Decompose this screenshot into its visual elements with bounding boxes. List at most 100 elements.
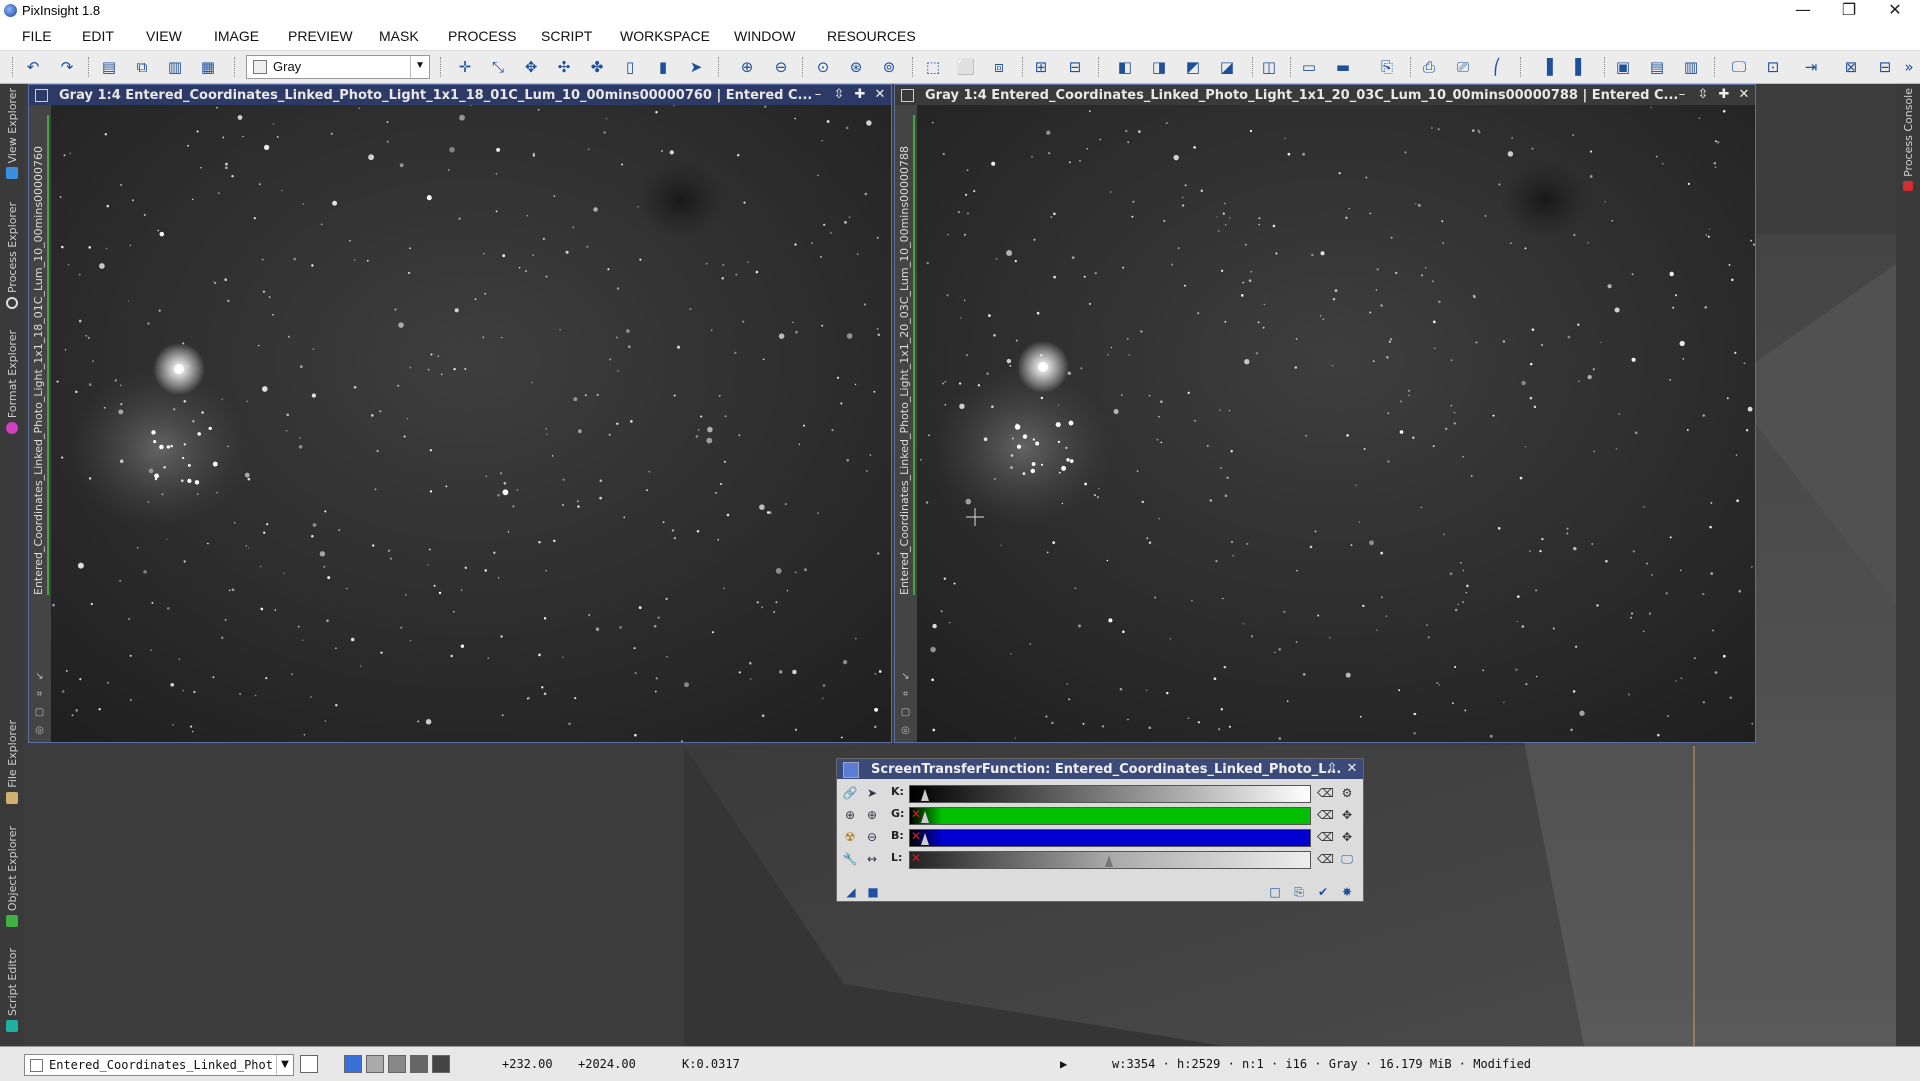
apply-global-icon[interactable]: ■ — [865, 884, 881, 900]
workspace-3-icon[interactable]: ▥ — [1680, 56, 1702, 78]
link-arrow-icon[interactable]: ↘ — [900, 671, 911, 682]
process-history-icon[interactable]: ⎘ — [1376, 56, 1398, 78]
image-window-title-bar[interactable]: Gray 1:4 Entered_Coordinates_Linked_Phot… — [895, 85, 1755, 105]
reset-icon[interactable]: ▥ — [164, 56, 186, 78]
explorer-right-icon[interactable]: ▌ — [1570, 56, 1592, 78]
fullscreen-icon[interactable]: ⇥ — [1800, 56, 1822, 78]
view-mode-toggle[interactable] — [300, 1055, 318, 1073]
screen-transfer-function-dialog[interactable]: ScreenTransferFunction: Entered_Coordina… — [836, 758, 1364, 902]
fit-view-icon[interactable]: ⬜ — [955, 56, 977, 78]
reset-channel-icon[interactable]: ⌫ — [1317, 851, 1334, 867]
close-window-icon[interactable]: ✕ — [871, 87, 889, 103]
undo-icon[interactable]: ↶ — [22, 56, 44, 78]
zoom-1-4-icon[interactable]: ⊚ — [878, 56, 900, 78]
bg-mode-gray[interactable] — [366, 1055, 384, 1073]
wrench-icon[interactable]: 🔧 — [841, 850, 859, 868]
file-explorer-tab[interactable]: File Explorer — [0, 720, 24, 804]
image-canvas[interactable] — [917, 105, 1755, 742]
lock-icon[interactable]: ▢ — [900, 707, 911, 718]
mask-new-icon[interactable]: ◧ — [1114, 56, 1136, 78]
lock-icon[interactable]: ▢ — [34, 707, 45, 718]
close-window-icon[interactable]: ✕ — [1735, 87, 1753, 103]
view-selector-strip[interactable]: Entered_Coordinates_Linked_Photo_Light_1… — [29, 105, 51, 742]
zoom-1-2-icon[interactable]: ⊛ — [845, 56, 867, 78]
stf-title-bar[interactable]: ScreenTransferFunction: Entered_Coordina… — [837, 759, 1363, 779]
view-explorer-tab[interactable]: View Explorer — [0, 88, 24, 180]
script-editor-tab[interactable]: Script Editor — [0, 948, 24, 1032]
menu-view[interactable]: VIEW — [146, 28, 182, 44]
fit-icon[interactable]: ⌗ — [34, 689, 45, 700]
browse-doc-icon[interactable]: □ — [1267, 884, 1283, 900]
close-dialog-icon[interactable]: ✕ — [1343, 761, 1361, 777]
reset-channel-icon[interactable]: ⌫ — [1317, 829, 1334, 845]
duplicate-icon[interactable]: ⧉ — [131, 56, 153, 78]
shade-dialog-icon[interactable]: ⇳ — [1323, 761, 1341, 777]
preview-delete-icon[interactable]: ▬ — [1332, 56, 1354, 78]
pointer-icon[interactable]: ➤ — [685, 56, 707, 78]
minimize-window-icon[interactable]: – — [1673, 87, 1691, 103]
script-console-icon[interactable]: ⎛ — [1486, 56, 1508, 78]
maximize-window-icon[interactable]: ✚ — [1715, 87, 1733, 103]
zoom-fit-icon[interactable]: ⤡ — [487, 56, 509, 78]
menu-workspace[interactable]: WORKSPACE — [620, 28, 710, 44]
preview-mode-icon[interactable]: ▯ — [619, 56, 641, 78]
auto-stretch-icon[interactable]: ✸ — [1339, 884, 1355, 900]
bg-mode-darkgray[interactable] — [388, 1055, 406, 1073]
link-arrow-icon[interactable]: ↘ — [34, 671, 45, 682]
move-channel-icon[interactable]: ✥ — [1339, 807, 1355, 823]
new-image-icon[interactable]: ▤ — [98, 56, 120, 78]
menu-preview[interactable]: PREVIEW — [288, 28, 353, 44]
stf-link-icon[interactable]: ◫ — [1258, 56, 1280, 78]
maximize-view-icon[interactable]: ⊠ — [1840, 56, 1862, 78]
b-channel-slider[interactable] — [909, 829, 1311, 847]
monitor-stf-icon[interactable]: ⊡ — [1762, 56, 1784, 78]
menu-window[interactable]: WINDOW — [734, 28, 795, 44]
fit-icon[interactable]: ⌗ — [900, 689, 911, 700]
target-icon[interactable]: ◎ — [900, 725, 911, 736]
script-run-icon[interactable]: ⎙ — [1418, 56, 1440, 78]
shade-window-icon[interactable]: ⇳ — [830, 87, 848, 103]
reset-dialog-icon[interactable]: ⎘ — [1291, 884, 1307, 900]
fit-window-icon[interactable]: ⬚ — [922, 56, 944, 78]
preview-new-icon[interactable]: ▭ — [1298, 56, 1320, 78]
zoom-in-icon[interactable]: ⊕ — [841, 806, 859, 824]
reset-channel-icon[interactable]: ⌫ — [1317, 785, 1334, 801]
k-channel-slider[interactable] — [909, 785, 1311, 803]
move-channel-icon[interactable]: ✥ — [1339, 829, 1355, 845]
play-icon[interactable]: ▶ — [1060, 1057, 1067, 1071]
view-list-select[interactable]: Entered_Coordinates_Linked_Phot ▼ — [24, 1054, 294, 1076]
target-icon[interactable]: ◎ — [34, 725, 45, 736]
edit-preview-icon[interactable]: ▮ — [652, 56, 674, 78]
menu-process[interactable]: PROCESS — [448, 28, 516, 44]
monitor-icon[interactable]: 🖵 — [1728, 56, 1750, 78]
minimize-button[interactable]: — — [1780, 0, 1826, 22]
shade-window-icon[interactable]: ⇳ — [1694, 87, 1712, 103]
zoom-out-icon[interactable]: ⊖ — [770, 56, 792, 78]
maximize-window-icon[interactable]: ✚ — [851, 87, 869, 103]
tile-icon[interactable]: ⊞ — [1030, 56, 1052, 78]
horizontal-arrows-icon[interactable]: ↔ — [863, 850, 881, 868]
menu-image[interactable]: IMAGE — [214, 28, 259, 44]
move-icon[interactable]: ✣ — [553, 56, 575, 78]
process-console-tab[interactable]: Process Console — [1896, 88, 1920, 191]
mask-remove-icon[interactable]: ◪ — [1216, 56, 1238, 78]
view-selector-strip[interactable]: Entered_Coordinates_Linked_Photo_Light_1… — [895, 105, 917, 742]
workspace-1-icon[interactable]: ▣ — [1612, 56, 1634, 78]
zoom-1-1-icon[interactable]: ⊙ — [812, 56, 834, 78]
close-button[interactable]: ✕ — [1872, 0, 1918, 22]
radiation-icon[interactable]: ☢ — [841, 828, 859, 846]
maximize-button[interactable]: ❐ — [1826, 0, 1872, 22]
chevron-down-icon[interactable]: ▼ — [276, 1055, 293, 1075]
chevron-down-icon[interactable]: ▼ — [410, 56, 429, 78]
toolbar-overflow-icon[interactable]: » — [1898, 56, 1920, 78]
edit-pointer-icon[interactable]: ➤ — [863, 784, 881, 802]
view-mode-select[interactable]: Gray ▼ — [246, 55, 430, 79]
readout-mode-icon[interactable]: ✛ — [454, 56, 476, 78]
link-channels-icon[interactable]: 🔗 — [841, 784, 859, 802]
menu-mask[interactable]: MASK — [379, 28, 419, 44]
script-edit-icon[interactable]: ⎚ — [1452, 56, 1474, 78]
settings-gear-icon[interactable]: ⚙ — [1339, 785, 1355, 801]
workspace-2-icon[interactable]: ▤ — [1646, 56, 1668, 78]
image-canvas[interactable] — [51, 105, 891, 742]
menu-file[interactable]: FILE — [22, 28, 52, 44]
